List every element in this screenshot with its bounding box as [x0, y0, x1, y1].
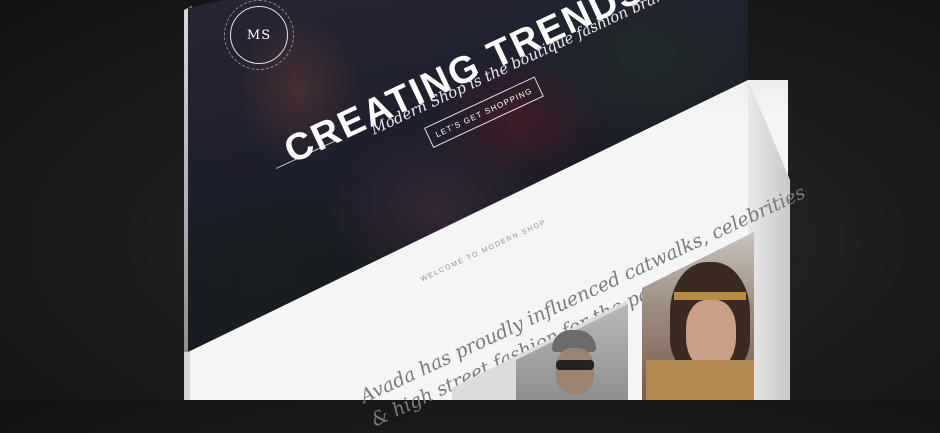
model-fur-coat: [646, 360, 754, 400]
logo-text: MS: [246, 27, 272, 43]
model-face: [556, 348, 594, 394]
website-mockup: MS CREATING TRENDS S Modern Shop is the …: [0, 0, 940, 431]
model-sunglasses: [556, 360, 594, 370]
brand-logo[interactable]: MS: [230, 6, 288, 64]
model-headband: [674, 292, 746, 300]
panel-left-edge: [184, 352, 190, 400]
